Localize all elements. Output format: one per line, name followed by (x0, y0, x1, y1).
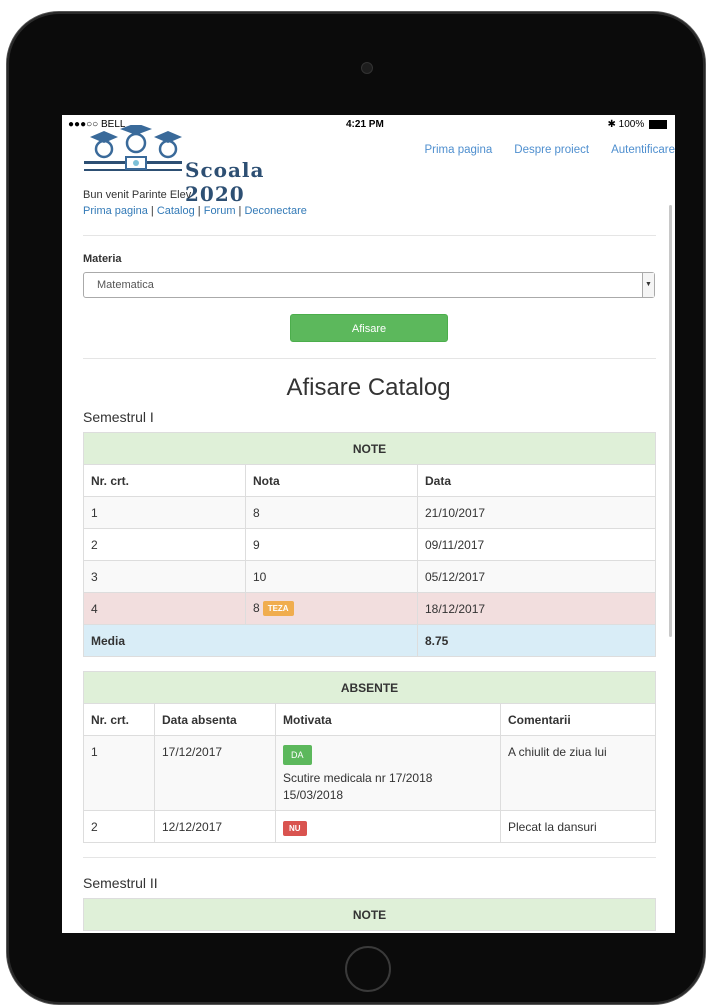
table-row: 1 17/12/2017 DA Scutire medicala nr 17/2… (83, 735, 656, 811)
cell-nota: 8 (245, 496, 418, 529)
media-label: Media (83, 624, 418, 657)
cell-motivata: NU (275, 810, 501, 843)
cell-motivata: DA Scutire medicala nr 17/2018 15/03/201… (275, 735, 501, 811)
cell-nota: 10 (245, 560, 418, 593)
cell-nota: 9 (245, 528, 418, 561)
cell-comentarii: Plecat la dansuri (500, 810, 656, 843)
column-header: Nota (245, 464, 418, 497)
cell-data: 09/11/2017 (417, 528, 656, 561)
motivare-line: Scutire medicala nr 17/2018 (283, 771, 433, 785)
screen: ●●●○○ BELL 4:21 PM ✱ 100% Scoala 2020 Pr… (62, 115, 675, 933)
table-row: 1 8 21/10/2017 (83, 496, 656, 529)
tablet-frame: ●●●○○ BELL 4:21 PM ✱ 100% Scoala 2020 Pr… (7, 12, 705, 1004)
cell-nr: 2 (83, 810, 155, 843)
battery-icon (649, 119, 667, 129)
materia-label: Materia (83, 253, 122, 265)
bluetooth-icon: ✱ (607, 119, 616, 130)
nav-autentificare[interactable]: Autentificare (611, 144, 675, 156)
note-caption: NOTE (83, 898, 656, 931)
sublink-separator: | (147, 205, 157, 217)
teza-badge: TEZA (262, 601, 294, 617)
scrollbar[interactable] (669, 205, 672, 637)
welcome-text: Bun venit Parinte Elev (83, 189, 192, 201)
cell-nota: 8 TEZA (245, 592, 418, 625)
sublink-catalog[interactable]: Catalog (157, 205, 195, 217)
materia-selected-value: Matematica (97, 279, 154, 291)
site-logo[interactable]: Scoala 2020 (82, 123, 322, 206)
brand-name: Scoala 2020 (185, 158, 265, 206)
semester-1-label: Semestrul I (83, 409, 154, 425)
cell-data: 18/12/2017 (417, 592, 656, 625)
cell-nr: 1 (83, 735, 155, 811)
cell-data: 21/10/2017 (417, 496, 656, 529)
absente-caption: ABSENTE (83, 671, 656, 704)
status-time: 4:21 PM (346, 119, 384, 130)
sublink-separator: | (194, 205, 204, 217)
cell-nr: 4 (83, 592, 246, 625)
sublink-deconectare[interactable]: Deconectare (244, 205, 306, 217)
note-caption: NOTE (83, 432, 656, 465)
cell-comentarii: A chiulit de ziua lui (500, 735, 656, 811)
sublink-forum[interactable]: Forum (204, 205, 236, 217)
cell-nr: 2 (83, 528, 246, 561)
logo-graduates-icon (84, 123, 182, 171)
sublink-prima-pagina[interactable]: Prima pagina (83, 205, 148, 217)
table-row: 3 10 05/12/2017 (83, 560, 656, 593)
cell-data-absenta: 17/12/2017 (154, 735, 276, 811)
nav-despre-proiect[interactable]: Despre proiect (514, 144, 589, 156)
battery-indicator: ✱ 100% (607, 119, 667, 130)
note-table-sem1: NOTE Nr. crt. Nota Data 1 8 21/10/2017 2… (83, 432, 656, 657)
cell-nr: 3 (83, 560, 246, 593)
motivata-nu-badge: NU (283, 821, 307, 836)
motivata-da-badge: DA (283, 745, 312, 765)
sub-nav: Prima pagina | Catalog | Forum | Deconec… (83, 205, 307, 217)
motivare-note: Scutire medicala nr 17/2018 15/03/2018 (283, 770, 493, 804)
column-header: Data absenta (154, 703, 276, 736)
table-row: 2 12/12/2017 NU Plecat la dansuri (83, 810, 656, 843)
note-table-sem2: NOTE (83, 898, 656, 931)
page-title: Afisare Catalog (286, 374, 451, 401)
cell-data-absenta: 12/12/2017 (154, 810, 276, 843)
motivare-date: 15/03/2018 (283, 788, 344, 802)
semester-2-label: Semestrul II (83, 875, 158, 891)
column-header: Motivata (275, 703, 501, 736)
table-row: 2 9 09/11/2017 (83, 528, 656, 561)
column-header: Comentarii (500, 703, 656, 736)
column-header: Nr. crt. (83, 703, 155, 736)
column-header: Data (417, 464, 656, 497)
afisare-button[interactable]: Afisare (290, 314, 448, 342)
nav-prima-pagina[interactable]: Prima pagina (425, 144, 493, 156)
home-button[interactable] (345, 946, 391, 992)
column-header: Nr. crt. (83, 464, 246, 497)
materia-select[interactable]: Matematica ▼ (83, 272, 655, 298)
cell-nr: 1 (83, 496, 246, 529)
battery-percent: 100% (618, 119, 645, 130)
cell-data: 05/12/2017 (417, 560, 656, 593)
media-row: Media 8.75 (83, 624, 656, 657)
camera-icon (361, 62, 373, 74)
top-nav: Prima pagina Despre proiect Autentificare (403, 144, 676, 156)
divider (83, 358, 656, 359)
absente-table-sem1: ABSENTE Nr. crt. Data absenta Motivata C… (83, 671, 656, 843)
media-value: 8.75 (417, 624, 656, 657)
divider (83, 857, 656, 858)
chevron-down-icon[interactable]: ▼ (642, 273, 654, 297)
nota-value: 8 (253, 600, 260, 615)
divider (83, 235, 656, 236)
table-row-teza: 4 8 TEZA 18/12/2017 (83, 592, 656, 625)
